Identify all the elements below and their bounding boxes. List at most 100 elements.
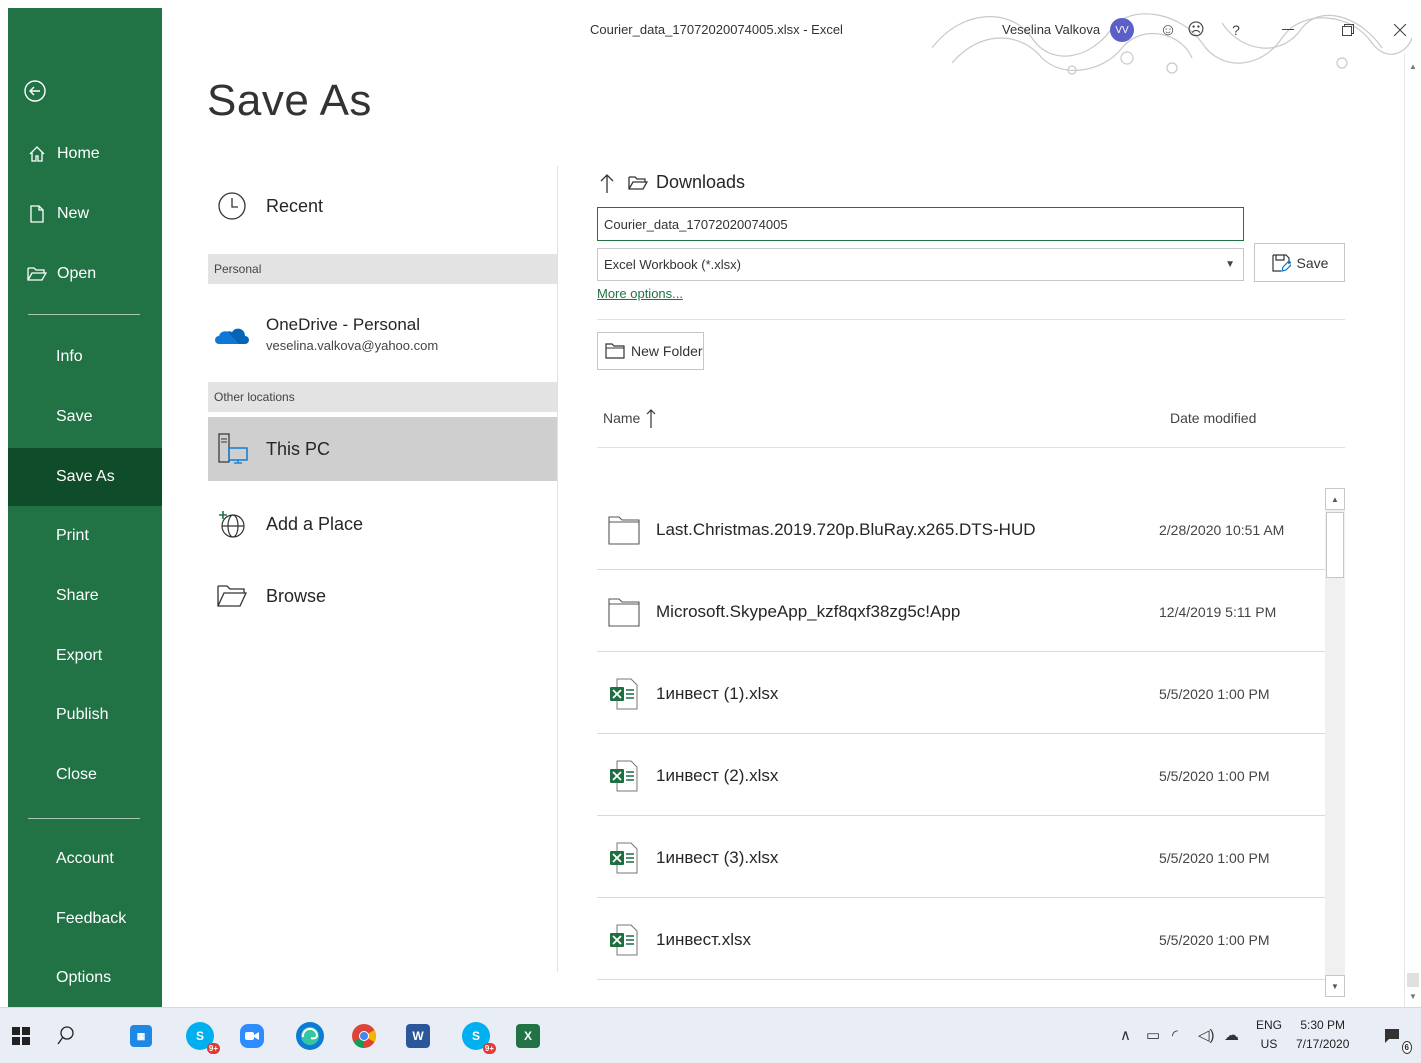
file-date: 12/4/2019 5:11 PM — [1159, 604, 1277, 620]
column-header-date-modified[interactable]: Date modified — [1170, 410, 1256, 426]
window-scrollbar[interactable]: ▲ ▼ — [1404, 53, 1421, 1007]
sidebar-item-export[interactable]: Export — [8, 627, 162, 685]
this-pc-icon — [214, 431, 250, 467]
file-row[interactable]: Microsoft.SkypeApp_kzf8qxf38zg5c!App 12/… — [597, 570, 1325, 652]
language-indicator[interactable]: ENG US — [1256, 1016, 1282, 1054]
sidebar-item-home[interactable]: Home — [8, 125, 162, 183]
sidebar-item-new[interactable]: New — [8, 185, 162, 243]
personal-section-header: Personal — [208, 254, 557, 284]
smile-feedback-icon[interactable]: ☺ — [1154, 16, 1182, 44]
file-row[interactable]: 1инвест (2).xlsx 5/5/2020 1:00 PM — [597, 734, 1325, 816]
file-date: 5/5/2020 1:00 PM — [1159, 932, 1270, 948]
skype-app-icon[interactable]: S 9+ — [462, 1022, 496, 1054]
up-arrow-icon[interactable] — [600, 173, 614, 193]
location-onedrive-personal[interactable]: OneDrive - Personal veselina.valkova@yah… — [208, 304, 557, 364]
avatar[interactable]: VV — [1110, 18, 1134, 42]
save-button[interactable]: Save — [1254, 243, 1345, 282]
onedrive-tray-icon[interactable]: ☁ — [1224, 1026, 1239, 1044]
scrollbar-thumb[interactable] — [1326, 512, 1344, 578]
system-clock[interactable]: 5:30 PM 7/17/2020 — [1296, 1016, 1349, 1054]
sidebar-item-label: Print — [56, 527, 89, 544]
chevron-down-icon: ▼ — [1225, 259, 1235, 270]
sidebar-item-account[interactable]: Account — [8, 830, 162, 888]
current-folder-label[interactable]: Downloads — [656, 172, 745, 193]
sidebar-item-save-as[interactable]: Save As — [8, 448, 162, 506]
sidebar-item-print[interactable]: Print — [8, 507, 162, 565]
clock-icon — [214, 188, 250, 224]
location-recent[interactable]: Recent — [208, 183, 557, 229]
zoom-app-icon[interactable] — [240, 1024, 264, 1048]
help-icon[interactable]: ? — [1222, 16, 1250, 44]
more-options-link[interactable]: More options... — [597, 286, 683, 301]
volume-icon[interactable]: ◁) — [1198, 1026, 1215, 1044]
sidebar-item-label: Options — [56, 969, 112, 986]
minimize-icon[interactable] — [1274, 16, 1302, 44]
open-folder-icon — [27, 264, 47, 284]
sidebar-item-share[interactable]: Share — [8, 567, 162, 625]
calculator-app-icon[interactable]: ▦ — [130, 1025, 152, 1047]
show-hidden-icons-chevron-icon[interactable]: ∧ — [1120, 1026, 1131, 1044]
sidebar-item-options[interactable]: Options — [8, 949, 162, 1007]
filename-input[interactable] — [597, 207, 1244, 241]
onedrive-name: OneDrive - Personal — [266, 315, 421, 334]
filetype-value: Excel Workbook (*.xlsx) — [604, 257, 742, 272]
filetype-select[interactable]: Excel Workbook (*.xlsx) ▼ — [597, 248, 1244, 281]
save-icon — [1271, 253, 1291, 273]
scrollbar-thumb[interactable] — [1407, 973, 1419, 987]
file-name: 1инвест (1).xlsx — [656, 684, 779, 703]
chrome-browser-icon[interactable] — [350, 1022, 378, 1050]
location-browse[interactable]: Browse — [208, 574, 557, 618]
windows-start-icon[interactable] — [10, 1022, 32, 1050]
onedrive-cloud-icon — [214, 316, 250, 352]
frown-feedback-icon[interactable]: ☹ — [1182, 16, 1210, 44]
sidebar-item-info[interactable]: Info — [8, 328, 162, 386]
excel-app-icon[interactable]: X — [516, 1024, 540, 1048]
location-add-a-place[interactable]: Add a Place — [208, 502, 557, 546]
close-icon[interactable] — [1386, 16, 1414, 44]
file-list-scrollbar[interactable]: ▲ ▼ — [1325, 488, 1345, 997]
sidebar-divider — [28, 314, 140, 315]
new-folder-button[interactable]: New Folder — [597, 332, 704, 370]
file-name: Last.Christmas.2019.720p.BluRay.x265.DTS… — [656, 520, 1036, 539]
divider — [597, 319, 1345, 320]
folder-icon — [607, 595, 641, 629]
sidebar-item-save[interactable]: Save — [8, 388, 162, 446]
document-title: Courier_data_17072020074005.xlsx - Excel — [590, 22, 843, 37]
sidebar-item-close[interactable]: Close — [8, 746, 162, 804]
battery-icon[interactable]: ▭ — [1146, 1026, 1160, 1044]
sidebar-item-open[interactable]: Open — [8, 245, 162, 303]
scroll-up-icon[interactable]: ▲ — [1325, 488, 1345, 510]
sidebar-item-label: Save As — [56, 468, 115, 485]
breadcrumb: Downloads — [600, 172, 745, 193]
user-name[interactable]: Veselina Valkova — [1002, 22, 1100, 37]
scroll-down-icon[interactable]: ▼ — [1405, 987, 1421, 1005]
file-row[interactable]: Last.Christmas.2019.720p.BluRay.x265.DTS… — [597, 488, 1325, 570]
edge-browser-icon[interactable] — [296, 1022, 324, 1050]
file-name: 1инвест (2).xlsx — [656, 766, 779, 785]
sidebar-item-label: Export — [56, 647, 103, 664]
sidebar-item-feedback[interactable]: Feedback — [8, 890, 162, 948]
sidebar-item-label: Info — [56, 348, 83, 365]
home-icon — [27, 144, 47, 164]
search-icon[interactable] — [52, 1022, 80, 1050]
scroll-up-icon[interactable]: ▲ — [1405, 57, 1421, 75]
restore-icon[interactable] — [1334, 16, 1362, 44]
column-header-name[interactable]: Name — [603, 408, 656, 428]
back-arrow-icon[interactable] — [24, 80, 46, 102]
skype-app-icon[interactable]: S 9+ — [186, 1022, 220, 1054]
sidebar-item-label: Feedback — [56, 910, 127, 927]
file-row[interactable]: 1инвест.xlsx 5/5/2020 1:00 PM — [597, 898, 1325, 980]
file-date: 5/5/2020 1:00 PM — [1159, 850, 1270, 866]
wifi-icon[interactable]: ◜ — [1172, 1026, 1178, 1044]
notification-badge: 9+ — [482, 1043, 496, 1054]
clock-time: 5:30 PM — [1300, 1018, 1346, 1032]
notification-center-icon[interactable]: 6 — [1378, 1022, 1412, 1054]
scroll-down-icon[interactable]: ▼ — [1325, 975, 1345, 997]
file-row[interactable]: 1инвест (1).xlsx 5/5/2020 1:00 PM — [597, 652, 1325, 734]
sidebar-item-publish[interactable]: Publish — [8, 686, 162, 744]
word-app-icon[interactable]: W — [406, 1024, 430, 1048]
notification-count: 6 — [1401, 1041, 1412, 1054]
excel-file-icon — [607, 677, 641, 711]
location-this-pc[interactable]: This PC — [208, 417, 557, 481]
file-row[interactable]: 1инвест (3).xlsx 5/5/2020 1:00 PM — [597, 816, 1325, 898]
